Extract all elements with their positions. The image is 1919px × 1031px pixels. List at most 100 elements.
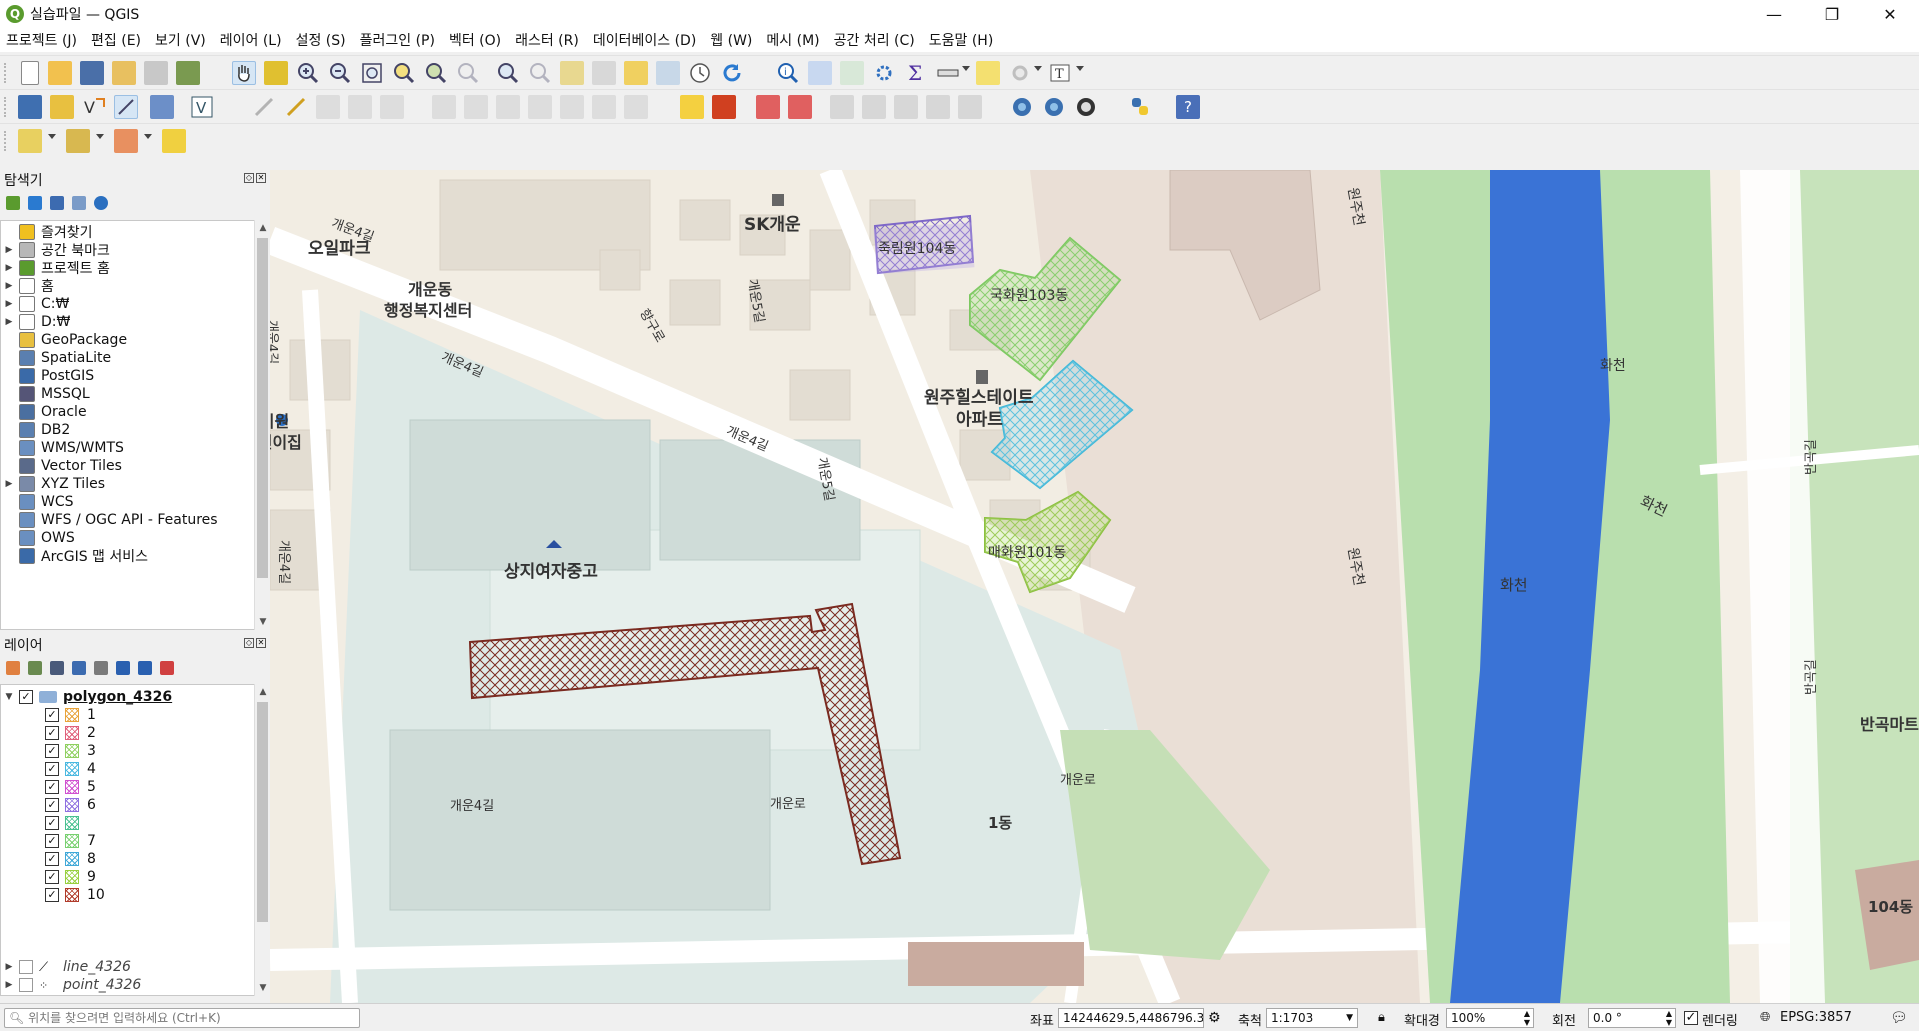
style-manager-icon[interactable]	[176, 61, 200, 85]
class-checkbox[interactable]: ✓	[45, 726, 59, 740]
legend-class-row[interactable]: ✓	[45, 814, 87, 832]
gear-dropdown-icon[interactable]	[1034, 66, 1042, 71]
browser-item-7[interactable]: SpatiaLite	[3, 349, 111, 367]
class-checkbox[interactable]: ✓	[45, 744, 59, 758]
legend-class-row[interactable]: ✓ 7	[45, 832, 96, 850]
browser-item-1[interactable]: ▶ 공간 북마크	[3, 241, 110, 259]
layers-float-button[interactable]: ◇	[244, 638, 254, 648]
show-bookmarks-icon[interactable]	[656, 61, 680, 85]
collapse-all-icon[interactable]	[72, 196, 86, 210]
pan-map-icon[interactable]	[232, 61, 256, 85]
zoom-to-layer-icon[interactable]	[424, 61, 448, 85]
magnifier-field[interactable]: 100% ▲ ▼	[1446, 1008, 1534, 1028]
label-highlight-icon[interactable]	[788, 95, 812, 119]
layer-name[interactable]: point_4326	[63, 977, 141, 993]
label-rotate-icon[interactable]	[862, 95, 886, 119]
data-source-manager-icon[interactable]	[18, 95, 42, 119]
select-location-icon[interactable]	[162, 129, 186, 153]
class-checkbox[interactable]: ✓	[45, 798, 59, 812]
save-edits-icon[interactable]	[316, 95, 340, 119]
annotation-dropdown-icon[interactable]	[1076, 66, 1084, 71]
crs-button[interactable]: EPSG:3857	[1780, 1010, 1852, 1025]
maximize-button[interactable]: ❐	[1803, 0, 1861, 28]
identify-features-icon[interactable]: i	[776, 61, 800, 85]
text-annotation-icon[interactable]: T	[1048, 61, 1072, 85]
attribute-table-icon[interactable]	[808, 61, 832, 85]
collapse-layers-icon[interactable]	[138, 661, 152, 675]
layers-scroll-thumb[interactable]	[257, 702, 268, 922]
crs-globe-icon[interactable]: 🌐︎	[1760, 1010, 1770, 1025]
browser-scrollbar[interactable]: ▲ ▼	[254, 220, 270, 630]
coordinate-field[interactable]: 14244629.5,4486796.3	[1058, 1008, 1204, 1028]
legend-class-row[interactable]: ✓ 9	[45, 868, 96, 886]
expand-arrow-icon[interactable]: ▶	[3, 245, 15, 255]
zoom-next-icon[interactable]	[528, 61, 552, 85]
locator-search-input[interactable]: 🔍︎ 위치를 찾으려면 입력하세요 (Ctrl+K)	[4, 1008, 360, 1028]
remove-layer-icon[interactable]	[160, 661, 174, 675]
zoom-in-icon[interactable]	[296, 61, 320, 85]
refresh-icon[interactable]	[720, 61, 744, 85]
lock-scale-icon[interactable]: 🔒︎	[1378, 1010, 1385, 1025]
copy-features-icon[interactable]	[528, 95, 552, 119]
scroll-down-arrow-icon[interactable]: ▼	[255, 980, 271, 996]
class-checkbox[interactable]: ✓	[45, 888, 59, 902]
legend-class-row[interactable]: ✓ 10	[45, 886, 105, 904]
expand-arrow-icon[interactable]: ▶	[3, 317, 15, 327]
browser-close-button[interactable]: ✕	[256, 173, 266, 183]
menu-mesh[interactable]: 메시 (M)	[766, 30, 819, 50]
layer-name[interactable]: line_4326	[63, 959, 131, 975]
new-vector-layer-icon[interactable]: V	[82, 95, 106, 119]
new-bookmark-icon[interactable]	[624, 61, 648, 85]
expand-arrow-icon[interactable]: ▶	[3, 962, 15, 972]
browser-scroll-thumb[interactable]	[257, 238, 268, 578]
class-checkbox[interactable]: ✓	[45, 708, 59, 722]
browser-item-5[interactable]: ▶ D:₩	[3, 313, 70, 331]
metasearch-icon[interactable]	[1010, 95, 1034, 119]
expand-arrow-icon[interactable]: ▶	[3, 263, 15, 273]
coordinate-toggle-icon[interactable]: ⚙	[1208, 1010, 1221, 1026]
menu-database[interactable]: 데이터베이스 (D)	[593, 30, 696, 50]
close-button[interactable]: ✕	[1861, 0, 1919, 28]
manage-map-themes-icon[interactable]	[50, 661, 64, 675]
menu-project[interactable]: 프로젝트 (J)	[6, 30, 77, 50]
redo-icon[interactable]	[624, 95, 648, 119]
expand-arrow-icon[interactable]: ▶	[3, 980, 15, 990]
expand-arrow-icon[interactable]: ▶	[3, 281, 15, 291]
deselect-dropdown-icon[interactable]	[144, 134, 152, 139]
menu-layer[interactable]: 레이어 (L)	[220, 30, 282, 50]
scroll-down-arrow-icon[interactable]: ▼	[255, 614, 271, 630]
new-3d-map-view-icon[interactable]	[592, 61, 616, 85]
class-checkbox[interactable]: ✓	[45, 762, 59, 776]
menu-raster[interactable]: 래스터 (R)	[515, 30, 579, 50]
layer-checkbox[interactable]	[19, 978, 33, 992]
cut-features-icon[interactable]	[496, 95, 520, 119]
browser-item-17[interactable]: OWS	[3, 529, 75, 547]
minimize-button[interactable]: —	[1745, 0, 1803, 28]
collapse-arrow-icon[interactable]: ▼	[3, 692, 15, 702]
settings-gear-icon[interactable]	[1008, 61, 1032, 85]
statistical-summary-icon[interactable]: Σ	[904, 61, 928, 85]
rotation-field[interactable]: 0.0 ° ▲ ▼	[1588, 1008, 1676, 1028]
browser-float-button[interactable]: ◇	[244, 173, 254, 183]
browser-refresh-icon[interactable]	[28, 196, 42, 210]
undo-icon[interactable]	[592, 95, 616, 119]
render-checkbox[interactable]: ✓	[1684, 1011, 1698, 1025]
map-tips-icon[interactable]	[976, 61, 1000, 85]
menu-view[interactable]: 보기 (V)	[155, 30, 206, 50]
select-expression-dropdown-icon[interactable]	[96, 134, 104, 139]
properties-info-icon[interactable]	[94, 196, 108, 210]
add-group-icon[interactable]	[28, 661, 42, 675]
label-toolbar-icon[interactable]	[680, 95, 704, 119]
browser-item-4[interactable]: ▶ C:₩	[3, 295, 69, 313]
browser-item-8[interactable]: PostGIS	[3, 367, 94, 385]
menu-help[interactable]: 도움말 (H)	[929, 30, 994, 50]
layer-row-line[interactable]: ▶ ⟋ line_4326	[3, 958, 131, 976]
label-change-icon[interactable]	[894, 95, 918, 119]
save-project-icon[interactable]	[80, 61, 104, 85]
menu-web[interactable]: 웹 (W)	[710, 30, 752, 50]
virtual-layer-icon[interactable]	[150, 95, 174, 119]
class-checkbox[interactable]: ✓	[45, 852, 59, 866]
vertex-edit-icon[interactable]	[380, 95, 404, 119]
browser-item-16[interactable]: WFS / OGC API - Features	[3, 511, 218, 529]
edit-pencil-icon[interactable]	[252, 95, 276, 119]
